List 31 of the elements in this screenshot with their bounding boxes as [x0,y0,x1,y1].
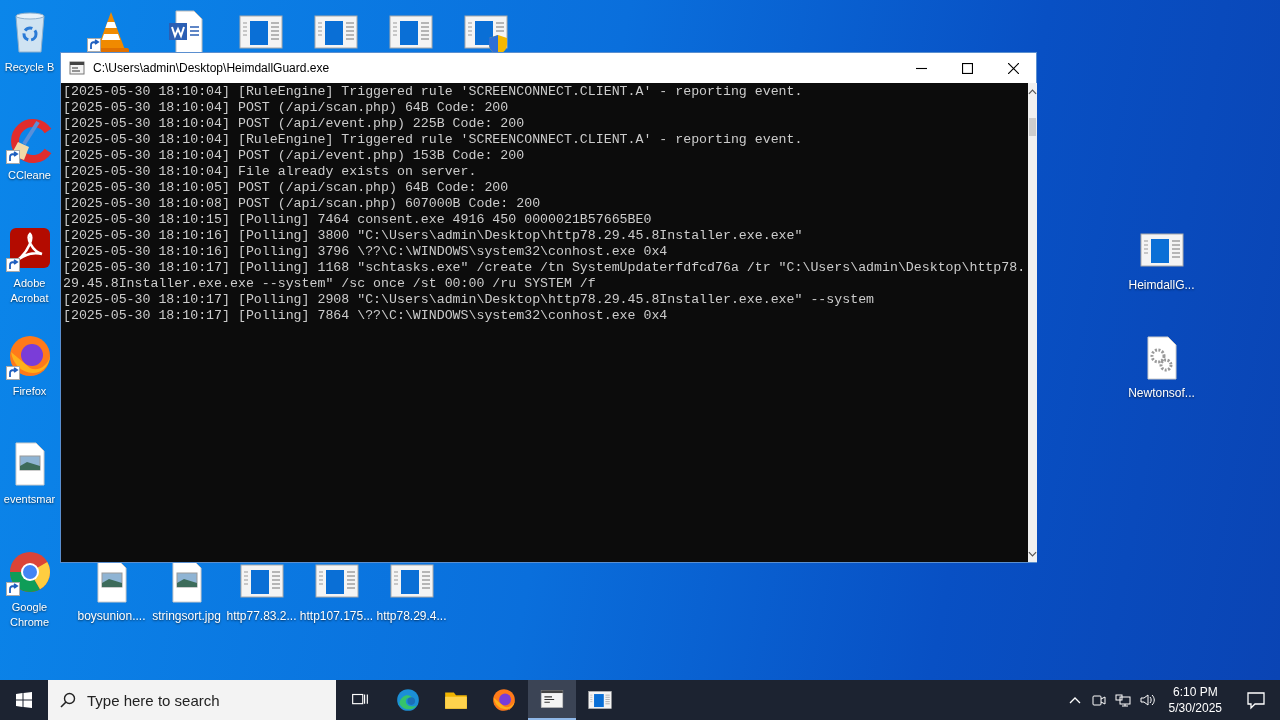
desktop-icon-label[interactable]: HeimdallG... [1128,278,1195,293]
desktop-icon-label[interactable]: http78.29.4... [376,609,447,624]
desktop-icon-label[interactable]: Google Chrome [1,600,58,630]
clock-time[interactable]: 6:10 PM [1168,684,1222,700]
desktop-icon-label[interactable]: Recycle B [4,60,55,75]
console-line: [2025-05-30 18:10:04] File already exists on server. [63,164,478,180]
search-field[interactable]: Type here to search [48,680,336,720]
desktop-icon-label[interactable]: boysunion.... [77,609,146,624]
desktop-icon-label[interactable]: Firefox [12,384,47,399]
console-line: [2025-05-30 18:10:04] POST (/api/event.php) 225B Code: 200 [63,116,526,132]
console-line: [2025-05-30 18:10:17] [Polling] 2908 "C:\Users\admin\Desktop\http78.29.45.8Installer.exe.exe" --system [63,292,876,308]
console-line: [2025-05-30 18:10:16] [Polling] 3800 "C:\Users\admin\Desktop\http78.29.45.8Installer.exe.exe" [63,228,804,244]
desktop-icon-label[interactable]: Adobe Acrobat [1,276,58,306]
console-line: [2025-05-30 18:10:04] POST (/api/scan.php) 64B Code: 200 [63,100,510,116]
desktop-icon-label[interactable]: CCleane [8,168,51,183]
console-line: [2025-05-30 18:10:17] [Polling] 1168 "schtasks.exe" /create /tn SystemUpdaterfdfcd76a /tr "C:\Users\admin\Desktop\http78.29.45.8Installer.exe.exe --system" /sc once /st 00:00 /ru SYSTEM /f [63,260,1027,292]
console-line: [2025-05-30 18:10:08] POST (/api/scan.php) 607000B Code: 200 [63,196,542,212]
desktop-icon-label[interactable]: Newtonsof... [1128,386,1195,401]
console-line: [2025-05-30 18:10:04] [RuleEngine] Triggered rule 'SCREENCONNECT.CLIENT.A' - reporting event. [63,84,804,100]
console-line: [2025-05-30 18:10:04] [RuleEngine] Triggered rule 'SCREENCONNECT.CLIENT.A' - reporting event. [63,132,804,148]
window-title: C:\Users\admin\Desktop\HeimdallGuard.exe [93,60,330,77]
desktop-icon-label[interactable]: http77.83.2... [226,609,297,624]
console-line: [2025-05-30 18:10:16] [Polling] 3796 \??\C:\WINDOWS\system32\conhost.exe 0x4 [63,244,669,260]
desktop-icon-label[interactable]: http107.175... [299,609,374,624]
console-line: [2025-05-30 18:10:15] [Polling] 7464 consent.exe 4916 450 0000021B57665BE0 [63,212,653,228]
desktop-icon-label[interactable]: stringsort.jpg [152,609,221,624]
clock-date[interactable]: 5/30/2025 [1168,700,1222,716]
console-line: [2025-05-30 18:10:05] POST (/api/scan.php) 64B Code: 200 [63,180,510,196]
console-line: [2025-05-30 18:10:17] [Polling] 7864 \??\C:\WINDOWS\system32\conhost.exe 0x4 [63,308,669,324]
desktop-icon-label[interactable]: eventsmar [3,492,56,507]
console-line: [2025-05-30 18:10:04] POST (/api/event.php) 153B Code: 200 [63,148,526,164]
